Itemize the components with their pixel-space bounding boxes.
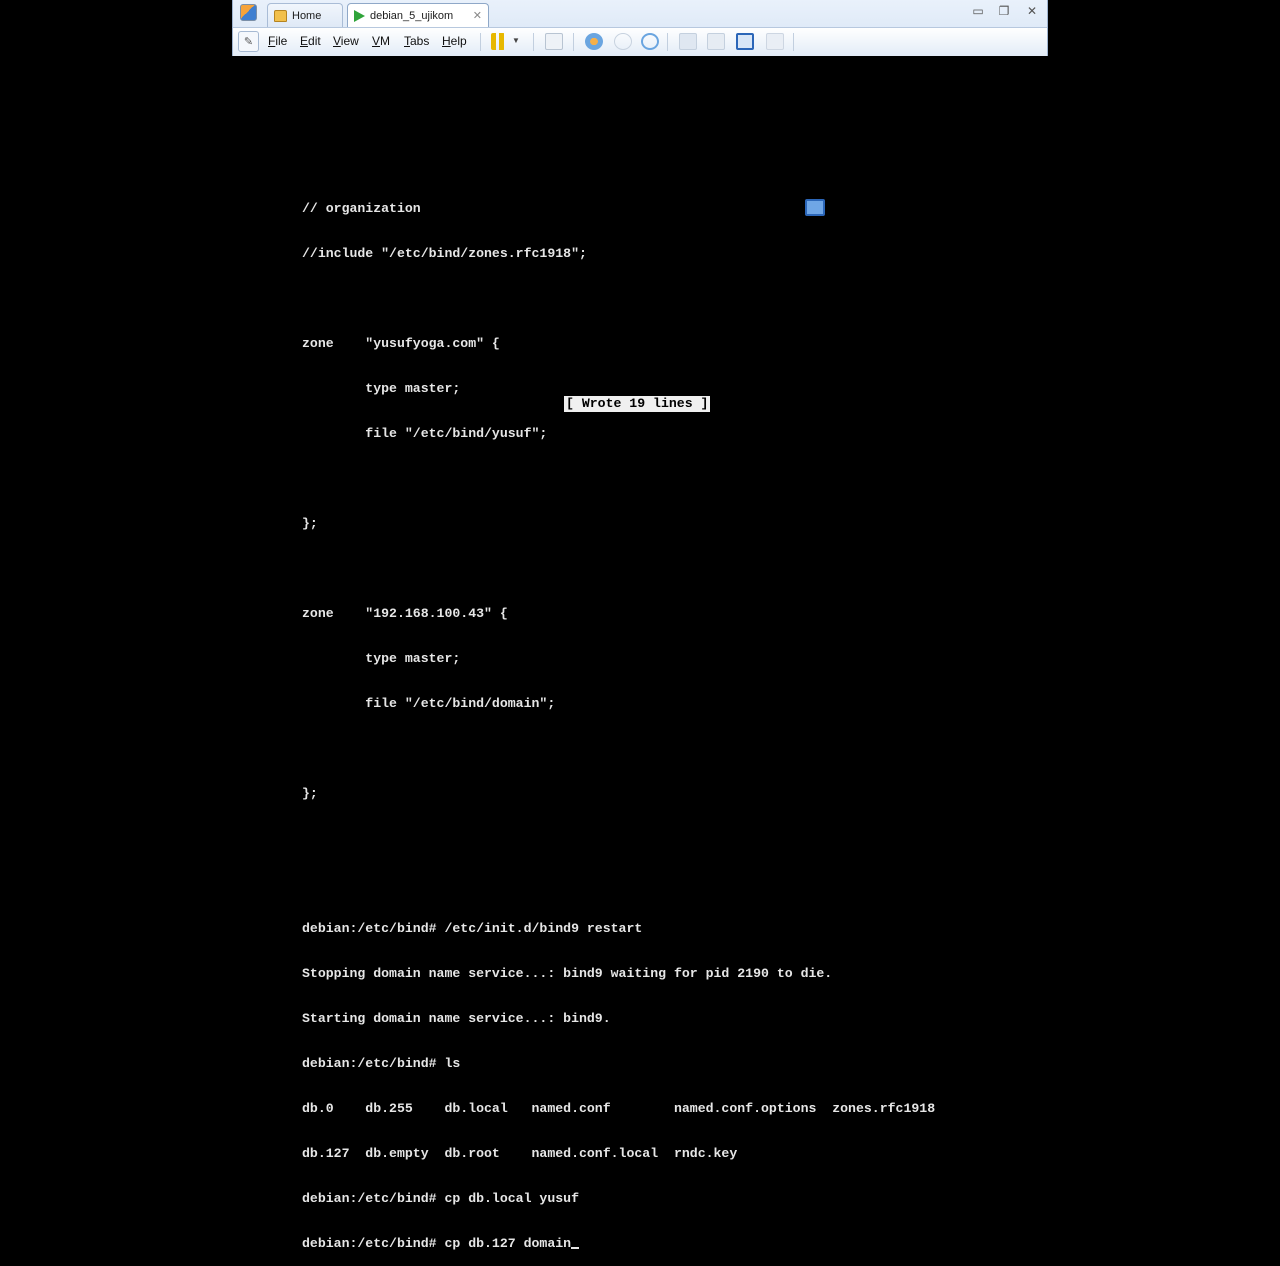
terminal-line: debian:/etc/bind# ls — [302, 1056, 461, 1071]
tab-close-icon[interactable]: ✕ — [473, 9, 482, 22]
unity-icon[interactable] — [766, 33, 784, 50]
terminal-line: db.0 db.255 db.local named.conf named.co… — [302, 1101, 936, 1116]
status-message: [ Wrote 19 lines ] — [564, 396, 711, 412]
toolbar-separator — [480, 33, 481, 51]
revert-snapshot-icon[interactable] — [614, 33, 632, 50]
chevron-down-icon[interactable]: ▼ — [512, 36, 522, 53]
terminal-line: type master; — [302, 381, 461, 396]
tab-vm-label: debian_5_ujikom — [370, 9, 454, 22]
terminal-line: }; — [302, 516, 318, 531]
tab-home-label: Home — [292, 9, 322, 22]
toolbar: ✎ File Edit View VM Tabs Help ▼ — [233, 27, 1047, 216]
menu-file[interactable]: File — [268, 34, 287, 48]
toolbar-separator — [573, 33, 574, 51]
send-ctrl-alt-del-icon[interactable] — [545, 33, 563, 50]
show-library-icon[interactable] — [679, 33, 697, 50]
terminal-line: debian:/etc/bind# /etc/init.d/bind9 rest… — [302, 921, 643, 936]
menu-help[interactable]: Help — [442, 34, 467, 48]
vmware-app-icon[interactable] — [240, 4, 257, 21]
terminal-line: //include "/etc/bind/zones.rfc1918"; — [302, 246, 587, 261]
terminal-line: Starting domain name service...: bind9. — [302, 1011, 611, 1026]
terminal-line: Stopping domain name service...: bind9 w… — [302, 966, 833, 981]
menu-view[interactable]: View — [333, 34, 359, 48]
terminal-line: debian:/etc/bind# cp db.127 domain — [302, 1236, 572, 1251]
restore-button[interactable]: ❐ — [995, 4, 1013, 18]
vm-running-icon — [354, 9, 365, 22]
terminal-line: // organization — [302, 201, 421, 216]
terminal-line: }; — [302, 786, 318, 801]
terminal-line: debian:/etc/bind# cp db.local yusuf — [302, 1191, 579, 1206]
pause-icon[interactable] — [491, 33, 505, 50]
terminal-line: db.127 db.empty db.root named.conf.local… — [302, 1146, 738, 1161]
tab-bar: Home debian_5_ujikom ✕ ▭ ❐ ✕ — [233, 0, 1047, 27]
vmware-window: Home debian_5_ujikom ✕ ▭ ❐ ✕ ✎ File Edit… — [232, 0, 1048, 216]
terminal-prompt-line: debian:/etc/bind# cp db.127 domain — [302, 1236, 935, 1251]
full-screen-icon[interactable] — [736, 33, 754, 50]
toolbar-separator — [667, 33, 668, 51]
terminal-output[interactable]: // organization //include "/etc/bind/zon… — [302, 171, 935, 1266]
close-button[interactable]: ✕ — [1023, 4, 1041, 18]
toolbar-separator — [533, 33, 534, 51]
toolbar-separator — [793, 33, 794, 51]
snapshot-manager-icon[interactable] — [641, 33, 659, 50]
tab-home[interactable]: Home — [267, 3, 343, 27]
terminal-line: zone "192.168.100.43" { — [302, 606, 508, 621]
text-cursor — [571, 1247, 580, 1249]
terminal-line: file "/etc/bind/yusuf"; — [302, 426, 548, 441]
terminal-line: file "/etc/bind/domain"; — [302, 696, 556, 711]
terminal-line: type master; — [302, 651, 461, 666]
home-icon — [274, 9, 287, 22]
snapshot-icon[interactable] — [585, 33, 603, 50]
minimize-button[interactable]: ▭ — [969, 4, 987, 18]
tab-vm[interactable]: debian_5_ujikom ✕ — [347, 3, 489, 27]
thumbnail-bar-icon[interactable] — [707, 33, 725, 50]
menu-vm[interactable]: VM — [372, 34, 390, 48]
menu-tabs[interactable]: Tabs — [404, 34, 429, 48]
pin-icon[interactable]: ✎ — [238, 31, 259, 52]
menu-edit[interactable]: Edit — [300, 34, 321, 48]
terminal-line: zone "yusufyoga.com" { — [302, 336, 500, 351]
